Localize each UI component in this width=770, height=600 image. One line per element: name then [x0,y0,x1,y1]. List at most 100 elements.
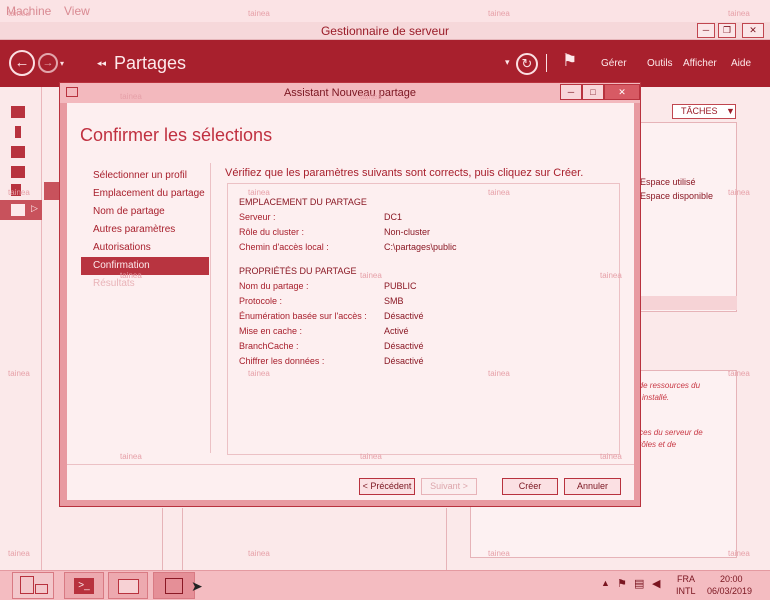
powershell-taskbar-button[interactable]: >_ [64,572,104,599]
watermark: tainea [728,9,750,18]
summary-label: Nom du partage : [239,281,309,291]
step-select-profile[interactable]: Sélectionner un profil [81,167,209,185]
file-services-nav-active[interactable]: ▷ [0,200,42,220]
footer-divider [67,464,634,465]
folder-icon [118,579,139,594]
watermark: tainea [360,271,382,280]
windows-logo-icon [20,576,34,594]
watermark: tainea [120,452,142,461]
watermark: tainea [248,369,270,378]
close-button[interactable]: ✕ [742,23,764,38]
watermark: tainea [488,369,510,378]
watermark: tainea [8,188,30,197]
panel-divider [162,508,163,570]
step-other-settings[interactable]: Autres paramètres [81,221,209,239]
vm-menu-bar [0,0,770,22]
header-divider [546,54,547,72]
create-button[interactable]: Créer [502,478,558,495]
keyboard-layout[interactable]: INTL [676,586,696,596]
step-results: Résultats [93,278,135,289]
local-server-icon[interactable] [15,126,21,138]
menu-manage[interactable]: Gérer [601,58,627,69]
wizard-close-button[interactable]: ✕ [604,84,640,100]
wizard-body: Confirmer les sélections Sélectionner un… [67,103,634,500]
watermark: tainea [488,549,510,558]
panel-divider [446,508,447,570]
volume-icon[interactable]: ◀ [652,577,660,590]
maximize-button[interactable]: ❐ [718,23,736,38]
free-space-label: Espace disponible [640,191,714,201]
all-servers-icon[interactable] [11,146,25,158]
wizard-instruction: Vérifiez que les paramètres suivants son… [225,167,584,179]
minimize-button[interactable]: ─ [697,23,715,38]
server-manager-titlebar: Gestionnaire de serveur [0,22,770,40]
storage-panel [640,122,737,312]
watermark: tainea [120,271,142,280]
left-navigation [0,87,42,570]
start-button[interactable] [12,572,54,599]
flag-icon[interactable]: ⚑ [617,577,627,590]
watermark: tainea [120,92,142,101]
watermark: tainea [360,92,382,101]
watermark: tainea [248,549,270,558]
wizard-minimize-button[interactable]: ─ [560,84,582,100]
watermark: tainea [488,9,510,18]
summary-label: Protocole : [239,296,283,306]
watermark: tainea [600,452,622,461]
step-share-name[interactable]: Nom de partage [81,203,209,221]
watermark: tainea [8,549,30,558]
mouse-cursor-icon: ➤ [191,578,203,594]
chevron-down-icon[interactable]: ▾ [60,59,64,68]
section-title-properties: PROPRIÉTÉS DU PARTAGE [239,266,357,276]
flag-icon[interactable]: ⚑ [562,51,577,71]
vm-menu-view[interactable]: View [64,4,90,18]
windows-logo-icon [35,584,48,594]
summary-label: Serveur : [239,212,276,222]
summary-label: Mise en cache : [239,326,303,336]
chevron-down-icon: ▼ [726,106,735,116]
ad-ds-icon[interactable] [11,166,25,178]
watermark: tainea [360,452,382,461]
confirmation-summary[interactable]: EMPLACEMENT DU PARTAGE Serveur : DC1 Rôl… [227,183,620,455]
menu-tools[interactable]: Outils [647,58,673,69]
summary-label: Rôle du cluster : [239,227,305,237]
notice-1-line-1: e de ressources du [632,381,701,390]
server-manager-taskbar-button[interactable] [153,572,195,599]
previous-button[interactable]: < Précédent [359,478,415,495]
summary-value: Activé [384,326,409,336]
panel-divider [182,508,183,570]
network-icon[interactable]: ▤ [634,577,644,590]
wizard-maximize-button[interactable]: □ [582,84,604,100]
sub-nav-active[interactable] [44,182,59,200]
notice-1-line-2: installé. [642,393,670,402]
step-permissions[interactable]: Autorisations [81,239,209,257]
summary-label: BranchCache : [239,341,299,351]
language-indicator[interactable]: FRA [677,574,695,584]
summary-value: SMB [384,296,404,306]
clock-time[interactable]: 20:00 [720,574,743,584]
file-services-icon [11,204,25,216]
menu-help[interactable]: Aide [731,58,751,69]
dashboard-icon[interactable] [11,106,25,118]
cancel-button[interactable]: Annuler [564,478,621,495]
forward-icon[interactable]: → [38,53,58,73]
wizard-titlebar: Assistant Nouveau partage ─ □ ✕ [60,83,640,103]
dropdown-icon[interactable]: ▾ [505,57,510,68]
server-manager-icon [165,578,183,594]
clock-date[interactable]: 06/03/2019 [707,586,752,596]
summary-value: Désactivé [384,341,424,351]
tasks-label: TÂCHES [681,106,718,116]
watermark: tainea [728,549,750,558]
menu-view[interactable]: Afficher [683,58,717,69]
explorer-taskbar-button[interactable] [108,572,148,599]
back-icon[interactable]: ← [9,50,35,76]
step-share-location[interactable]: Emplacement du partage [81,185,209,203]
watermark: tainea [728,369,750,378]
show-hidden-icons[interactable]: ▲ [601,578,610,588]
step-confirmation[interactable]: Confirmation [81,257,209,275]
refresh-icon[interactable]: ↻ [516,53,538,75]
wizard-heading: Confirmer les sélections [80,125,273,145]
tasks-dropdown[interactable]: TÂCHES ▼ [672,104,736,119]
summary-value: Non-cluster [384,227,431,237]
watermark: tainea [8,9,30,18]
